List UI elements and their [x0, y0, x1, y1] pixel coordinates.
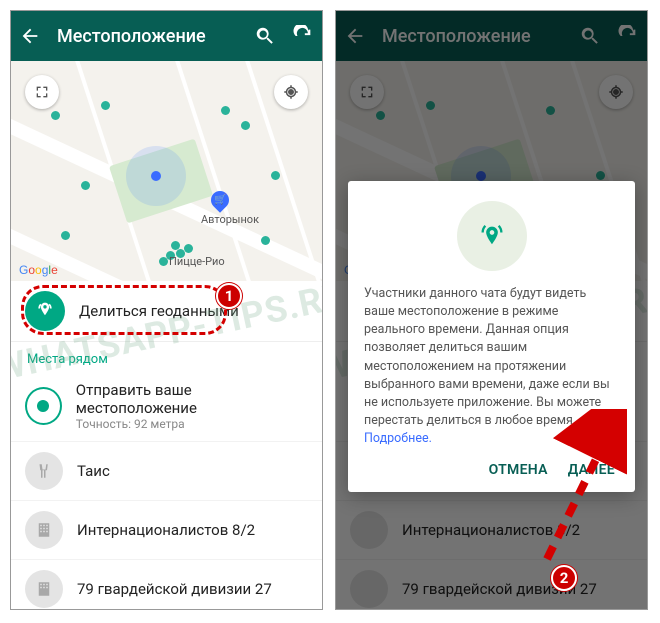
next-button[interactable]: ДАЛЕЕ — [568, 462, 615, 478]
nearby-place-row[interactable]: Таис — [11, 442, 322, 501]
current-location-marker — [126, 146, 186, 206]
refresh-icon[interactable] — [292, 25, 314, 47]
map-place-label[interactable]: Авторынок — [201, 213, 259, 226]
live-location-dialog: Участники данного чата будут видеть ваше… — [348, 181, 635, 492]
callout-badge-1: 1 — [216, 283, 242, 309]
section-nearby-label: Места рядом — [11, 342, 322, 371]
target-icon — [25, 387, 62, 425]
screen-1: Местоположение 🛒 Авторынок Пицце-Рио — [10, 10, 323, 610]
back-icon[interactable] — [19, 25, 41, 47]
dialog-more-link[interactable]: Подробнее. — [364, 431, 432, 446]
screen-2: Местоположение 🛒 Авторынок Google Делить… — [335, 10, 648, 610]
cancel-button[interactable]: ОТМЕНА — [489, 462, 548, 478]
search-icon[interactable] — [254, 25, 276, 47]
place-icon — [25, 452, 63, 490]
place-title: Интернационалистов 8/2 — [77, 521, 255, 539]
building-icon — [25, 511, 63, 549]
map-area[interactable]: 🛒 Авторынок Пицце-Рио Google — [11, 61, 322, 281]
dialog-live-location-icon — [457, 201, 527, 271]
callout-badge-2: 2 — [551, 565, 577, 591]
dialog-body: Участники данного чата будут видеть ваше… — [364, 285, 619, 448]
fullscreen-button[interactable] — [25, 75, 59, 109]
nearby-place-row[interactable]: Интернационалистов 8/2 — [11, 501, 322, 560]
send-current-location-row[interactable]: Отправить ваше местоположение Точность: … — [11, 371, 322, 442]
place-title: Таис — [77, 462, 110, 480]
share-live-location-row[interactable]: Делиться геоданными — [11, 281, 322, 342]
map-place-label[interactable]: Пицце-Рио — [169, 255, 225, 268]
send-location-title: Отправить ваше местоположение — [76, 381, 308, 417]
send-location-accuracy: Точность: 92 метра — [76, 417, 308, 431]
place-title: 79 гвардейской дивизии 27 — [77, 580, 272, 598]
page-title: Местоположение — [57, 26, 206, 47]
recenter-button[interactable] — [274, 75, 308, 109]
live-location-icon — [25, 291, 65, 331]
toolbar: Местоположение — [11, 11, 322, 61]
nearby-place-row[interactable]: 79 гвардейской дивизии 27 — [11, 560, 322, 610]
share-label: Делиться геоданными — [79, 302, 239, 320]
map-attribution: Google — [19, 263, 58, 277]
building-icon — [25, 570, 63, 608]
